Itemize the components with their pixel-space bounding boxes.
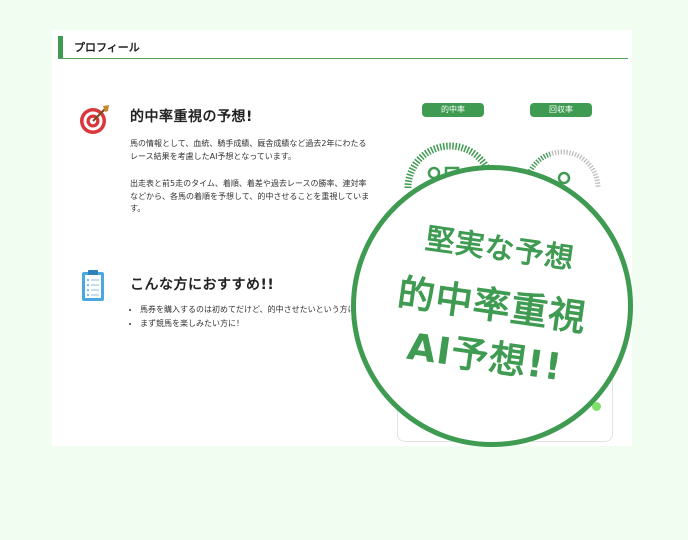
hit-rate-label: 的中率 <box>422 103 484 117</box>
list-item: まず競馬を楽しみたい方に！ <box>140 318 372 331</box>
header-title: プロフィール <box>74 41 140 54</box>
list-item: 馬券を購入するのは初めてだけど、的中させたいという方に！ <box>140 304 372 317</box>
section2-title: こんな方におすすめ!! <box>130 277 275 293</box>
section1-title: 的中率重視の予想! <box>130 109 253 125</box>
section-header: プロフィール <box>58 36 628 59</box>
return-rate-label: 回収率 <box>530 103 592 117</box>
slogan-text: 堅実な予想 的中率重視 AI予想!! <box>333 147 652 466</box>
header-accent-bar <box>58 36 63 58</box>
clipboard-icon <box>82 270 104 301</box>
section1-paragraph-2: 出走表と前5走のタイム、着順、着差や過去レースの勝率、連対率などから、各馬の着順… <box>130 179 370 213</box>
recommend-list: 馬券を購入するのは初めてだけど、的中させたいという方に！ まず競馬を楽しみたい方… <box>130 304 372 331</box>
section1-paragraph-1: 馬の情報として、血統、騎手成績、厩舎成績など過去2年にわたるレース結果を考慮した… <box>130 139 367 161</box>
target-icon <box>80 105 109 134</box>
status-dot <box>592 402 601 411</box>
